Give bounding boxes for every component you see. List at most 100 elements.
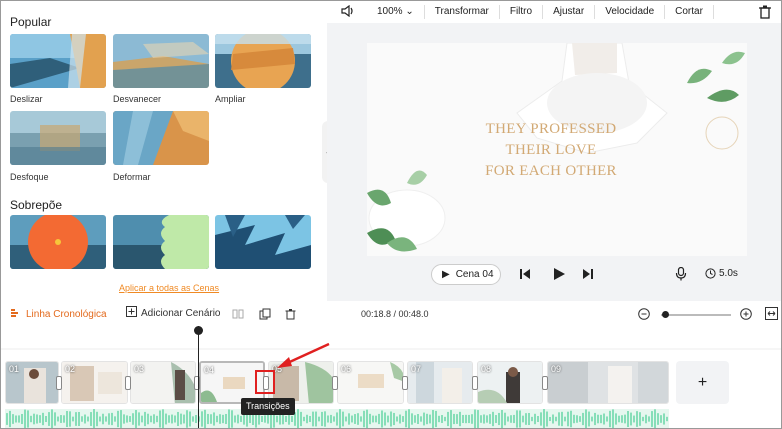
toolbar-transformar[interactable]: Transformar — [425, 5, 500, 19]
clock-icon — [705, 268, 716, 279]
delete-clip-icon[interactable] — [285, 308, 296, 323]
audio-track[interactable] — [5, 409, 669, 428]
duration-value: 5.0s — [719, 268, 738, 279]
shape-overlay-preview — [113, 215, 209, 269]
playback-controls: ▶ Cena 04 5.0s — [327, 263, 781, 287]
scene-play-button[interactable]: ▶ Cena 04 — [431, 264, 501, 285]
transition-thumb-ampliar[interactable] — [215, 34, 311, 88]
clip-09[interactable]: 09 — [547, 361, 669, 404]
split-icon[interactable] — [232, 308, 244, 323]
scene-text-line-1: THEY PROFESSED — [485, 121, 617, 137]
timeline-icon — [10, 307, 22, 322]
play-main-icon[interactable] — [552, 267, 566, 284]
clip-number: 04 — [204, 365, 215, 375]
duration-display[interactable]: 5.0s — [705, 268, 738, 279]
clip-01[interactable]: 01 — [5, 361, 59, 404]
transition-thumb-deslizar[interactable] — [10, 34, 106, 88]
clip-07[interactable]: 07 — [407, 361, 473, 404]
transition-thumb-deformar[interactable] — [113, 111, 209, 165]
skip-forward-icon[interactable] — [582, 268, 594, 283]
trash-icon[interactable] — [759, 5, 771, 22]
transition-marker[interactable] — [125, 376, 131, 390]
timeline-tab-label: Linha Cronológica — [26, 308, 107, 320]
circle-overlay-preview — [10, 215, 106, 269]
transition-marker[interactable] — [402, 376, 408, 390]
section-title-popular: Popular — [10, 15, 52, 29]
chevron-down-icon: ⌄ — [405, 6, 414, 17]
fit-timeline-icon[interactable] — [765, 307, 778, 323]
clip-number: 07 — [411, 364, 422, 374]
zoom-out-icon[interactable] — [638, 308, 650, 323]
scene-label: Cena 04 — [455, 269, 494, 280]
preview-area: 100% ⌄ Transformar Filtro Ajustar Veloci… — [327, 1, 781, 301]
section-title-overlay: Sobrepõe — [10, 198, 63, 212]
transition-marker[interactable] — [194, 376, 200, 390]
duplicate-icon[interactable] — [259, 308, 271, 323]
clip-number: 06 — [341, 364, 352, 374]
transition-label-deformar: Deformar — [113, 172, 151, 182]
transitions-panel: Popular Deslizar Desvanecer Ampliar Desf… — [1, 1, 321, 301]
transition-marker[interactable] — [332, 376, 338, 390]
fade-preview-image — [113, 34, 209, 88]
timeline-tab[interactable]: Linha Cronológica — [10, 305, 107, 323]
playhead-handle[interactable] — [194, 326, 203, 335]
scene-canvas[interactable]: THEY PROFESSED THEIR LOVE FOR EACH OTHER — [367, 43, 747, 256]
skip-back-icon[interactable] — [519, 268, 531, 283]
highlight-box — [255, 370, 275, 394]
play-icon: ▶ — [442, 269, 450, 280]
overlay-thumb-shape[interactable] — [113, 215, 209, 269]
speaker-icon[interactable] — [327, 4, 367, 20]
transition-marker[interactable] — [56, 376, 62, 390]
toolbar-velocidade[interactable]: Velocidade — [595, 5, 666, 19]
clip-02[interactable]: 02 — [61, 361, 128, 404]
transition-thumb-desfoque[interactable] — [10, 111, 106, 165]
clip-number: 02 — [65, 364, 76, 374]
add-scene-button[interactable]: Adicionar Cenário — [126, 306, 221, 320]
audio-waveform — [6, 409, 668, 428]
transition-thumb-desvanecer[interactable] — [113, 34, 209, 88]
toolbar-filtro[interactable]: Filtro — [500, 5, 544, 19]
clip-number: 03 — [134, 364, 145, 374]
clip-number: 09 — [551, 364, 562, 374]
editor-toolbar: 100% ⌄ Transformar Filtro Ajustar Veloci… — [327, 1, 781, 23]
add-scene-label: Adicionar Cenário — [141, 307, 221, 319]
brush-overlay-preview — [215, 215, 311, 269]
toolbar-cortar[interactable]: Cortar — [665, 5, 714, 19]
apply-all-scenes-link[interactable]: Aplicar a todas as Cenas — [119, 283, 219, 293]
transition-label-ampliar: Ampliar — [215, 94, 246, 104]
playhead-line[interactable] — [198, 326, 199, 428]
microphone-icon[interactable] — [675, 266, 687, 284]
slide-preview-image — [10, 34, 106, 88]
zoom-preview-image — [215, 34, 311, 88]
transitions-tooltip: Transições — [241, 398, 295, 415]
clip-03[interactable]: 03 — [130, 361, 196, 404]
timeline-toolbar: Linha Cronológica Adicionar Cenário 00:1… — [1, 304, 781, 326]
clip-08[interactable]: 08 — [477, 361, 543, 404]
zoom-select[interactable]: 100% ⌄ — [367, 5, 425, 19]
scene-text-line-2: THEIR LOVE — [505, 142, 597, 158]
timeline-ruler — [1, 348, 781, 350]
timeline-time: 00:18.8 / 00:48.0 — [361, 309, 429, 319]
scene-title-text[interactable]: THEY PROFESSED THEIR LOVE FOR EACH OTHER — [471, 119, 631, 182]
plus-box-icon — [126, 306, 137, 320]
overlay-thumb-brush[interactable] — [215, 215, 311, 269]
zoom-slider[interactable] — [661, 314, 731, 316]
transition-label-desfoque: Desfoque — [10, 172, 49, 182]
transition-label-desvanecer: Desvanecer — [113, 94, 162, 104]
timeline-tracks: 01 02 03 04 05 06 07 08 09 + — [1, 331, 781, 428]
clip-number: 01 — [9, 364, 20, 374]
clip-number: 08 — [481, 364, 492, 374]
red-arrow-annotation — [277, 342, 330, 368]
clip-06[interactable]: 06 — [337, 361, 404, 404]
overlay-thumb-circle[interactable] — [10, 215, 106, 269]
transition-marker[interactable] — [472, 376, 478, 390]
toolbar-ajustar[interactable]: Ajustar — [543, 5, 596, 19]
transition-marker[interactable] — [542, 376, 548, 390]
zoom-value: 100% — [377, 6, 403, 17]
scene-text-line-3: FOR EACH OTHER — [485, 163, 617, 179]
blur-preview-image — [10, 111, 106, 165]
warp-preview-image — [113, 111, 209, 165]
add-clip-button[interactable]: + — [676, 361, 729, 404]
zoom-slider-handle[interactable] — [662, 311, 669, 318]
zoom-in-icon[interactable] — [740, 308, 752, 323]
